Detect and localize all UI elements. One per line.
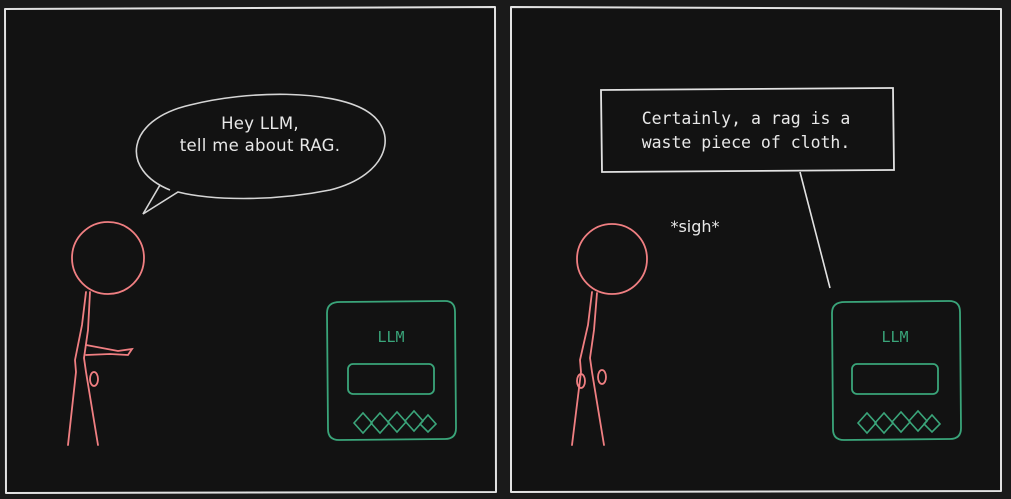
panel-2 xyxy=(510,6,1002,493)
sigh-text: *sigh* xyxy=(670,217,720,236)
caption-text: Certainly, a rag is a waste piece of clo… xyxy=(598,107,894,155)
caption-line-2: waste piece of cloth. xyxy=(641,133,851,152)
speech-line-1: Hey LLM, xyxy=(221,114,299,133)
speech-text: Hey LLM, tell me about RAG. xyxy=(135,113,385,157)
llm-2-label: LLM xyxy=(881,328,909,346)
caption-line-1: Certainly, a rag is a xyxy=(641,109,851,128)
llm-1-label: LLM xyxy=(377,328,405,346)
panel-1 xyxy=(4,6,497,494)
speech-line-2: tell me about RAG. xyxy=(179,136,341,155)
comic-artwork xyxy=(4,6,1002,494)
comic: Hey LLM, tell me about RAG. LLM Certainl… xyxy=(0,0,1011,499)
